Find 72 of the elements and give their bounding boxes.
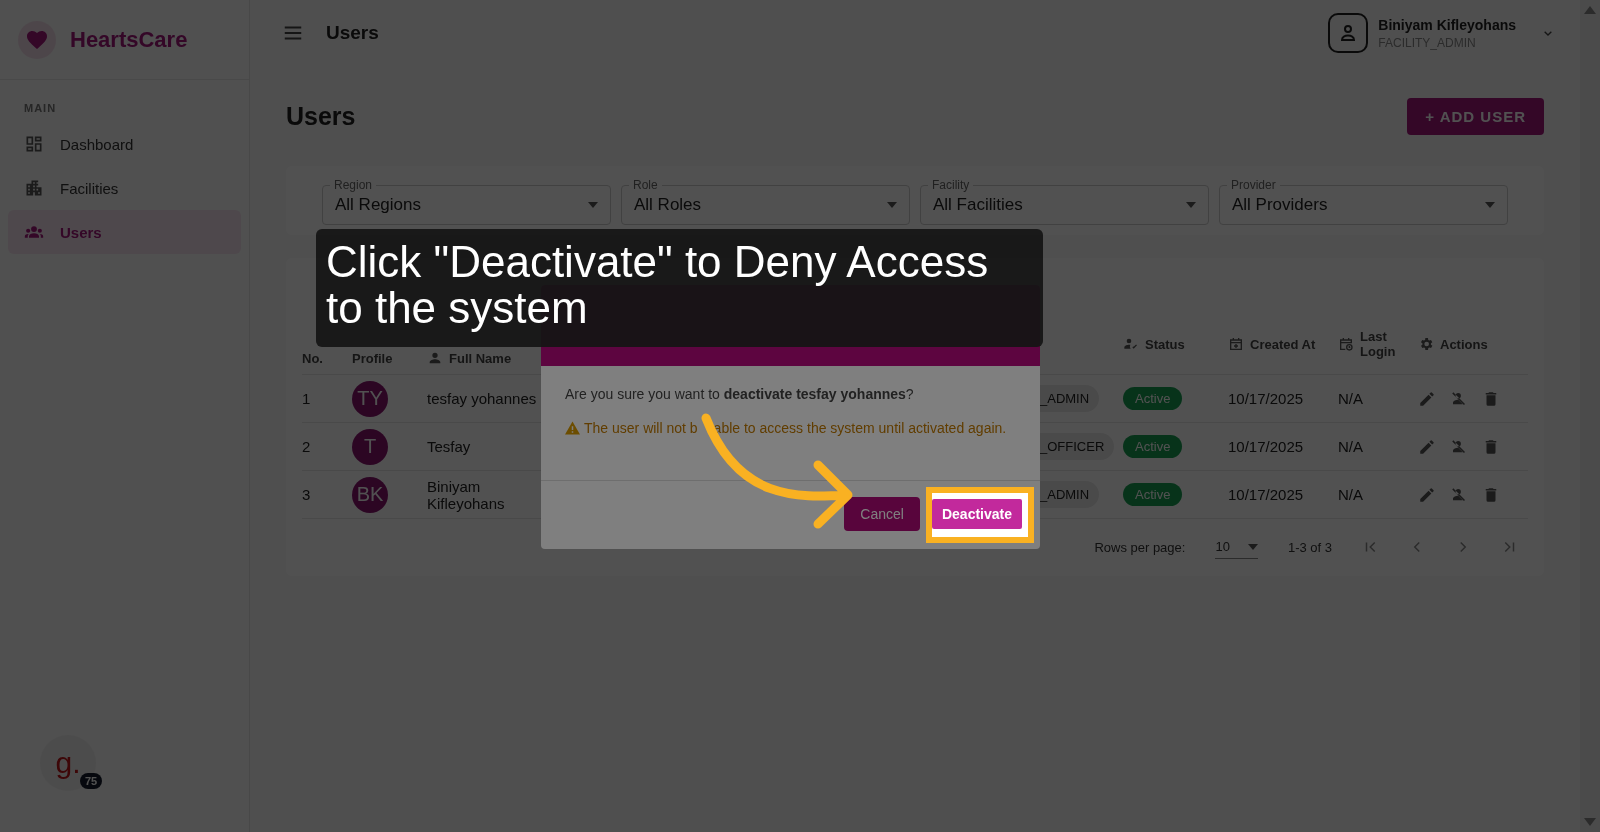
heart-logo-icon	[18, 20, 56, 59]
user-name-cell-text: tesfay yohannes	[427, 390, 538, 407]
column-header: Status	[1145, 336, 1185, 352]
person-off-icon[interactable]	[1450, 437, 1468, 456]
table-cell-text: 3	[302, 486, 312, 503]
sidebar-item[interactable]: Users	[8, 210, 241, 254]
caret-icon	[1186, 202, 1196, 208]
table-cell-text: 10/17/2025	[1228, 438, 1305, 455]
status-chip: Active	[1123, 483, 1183, 506]
table-cell-text: N/A	[1338, 486, 1364, 503]
column-header: Profile	[352, 351, 393, 366]
dashboard-icon	[24, 134, 44, 154]
role-chip: _ADMIN	[1038, 481, 1100, 508]
table-cell-text: N/A	[1338, 390, 1364, 407]
calendar-plus-icon	[1228, 336, 1244, 352]
column-header: Created At	[1250, 336, 1316, 352]
tooltip-text: Click "Deactivate" to Deny Access to the system	[316, 229, 1043, 347]
select-value: All Providers	[1232, 195, 1328, 215]
caret-icon	[1247, 543, 1258, 550]
user-name: Biniyam Kifleyohans	[1378, 16, 1516, 33]
table-cell-text: 10/17/2025	[1228, 486, 1305, 503]
calendar-clock-icon	[1338, 336, 1354, 352]
caret-icon	[588, 202, 598, 208]
select-value: All Regions	[335, 195, 421, 215]
column-header: Actions	[1440, 336, 1488, 352]
role-chip: _OFFICER	[1038, 433, 1115, 460]
select-value: All Roles	[634, 195, 702, 215]
caret-icon	[1485, 202, 1495, 208]
page-range: 1-3 of 3	[1287, 539, 1332, 555]
scroll-up-icon[interactable]	[1584, 6, 1596, 14]
edit-icon[interactable]	[1418, 389, 1436, 408]
user-name-cell-text: Biniyam Kifleyohans	[427, 477, 506, 512]
person-off-icon[interactable]	[1450, 389, 1468, 408]
status-chip: Active	[1123, 387, 1183, 410]
caret-icon	[887, 202, 897, 208]
user-name-cell-text: Tesfay	[427, 438, 472, 455]
scroll-down-icon[interactable]	[1584, 818, 1596, 826]
role-chip: _ADMIN	[1038, 385, 1100, 412]
building-icon	[24, 178, 44, 198]
page-header-title: Users	[326, 22, 380, 44]
column-header: No.	[302, 351, 323, 366]
table-cell-text: 2	[302, 438, 312, 455]
avatar-initials: BK	[352, 476, 388, 513]
rows-per-page-select[interactable]: 10	[1215, 535, 1258, 559]
table-cell-text: N/A	[1338, 438, 1364, 455]
person-icon	[427, 350, 443, 366]
person-off-icon[interactable]	[1450, 485, 1468, 504]
edit-icon[interactable]	[1418, 437, 1436, 456]
warning-text: The user will not b	[584, 420, 698, 436]
rows-per-page-label: Rows per page:	[1094, 539, 1186, 555]
column-header: Full Name	[449, 351, 512, 366]
person-check-icon	[1123, 336, 1139, 352]
edit-icon[interactable]	[1418, 485, 1436, 504]
confirmation-message: Are you sure you want to deactivate tesfay yohannes?	[565, 386, 915, 402]
user-avatar-icon[interactable]	[1328, 13, 1369, 53]
sidebar-item[interactable]: Facilities	[8, 166, 241, 210]
page-title: Users	[286, 101, 356, 131]
column-header: Last Login	[1360, 329, 1397, 359]
table-cell-text: 10/17/2025	[1228, 390, 1305, 407]
status-chip: Active	[1123, 435, 1183, 458]
deactivate-button[interactable]: Deactivate	[929, 497, 1024, 531]
brand-name: HeartsCare	[70, 26, 188, 53]
sidebar-item[interactable]: Dashboard	[8, 122, 241, 166]
settings-icon	[1418, 336, 1434, 352]
select-value: All Facilities	[933, 195, 1023, 215]
add-user-button[interactable]: + ADD USER	[1407, 97, 1544, 135]
avatar-initials: T	[352, 428, 388, 465]
warning-icon	[565, 421, 580, 435]
avatar-initials: TY	[352, 380, 388, 417]
cancel-button[interactable]: Cancel	[844, 497, 920, 531]
count-badge: 75	[80, 773, 103, 789]
table-cell-text: 1	[302, 390, 312, 407]
